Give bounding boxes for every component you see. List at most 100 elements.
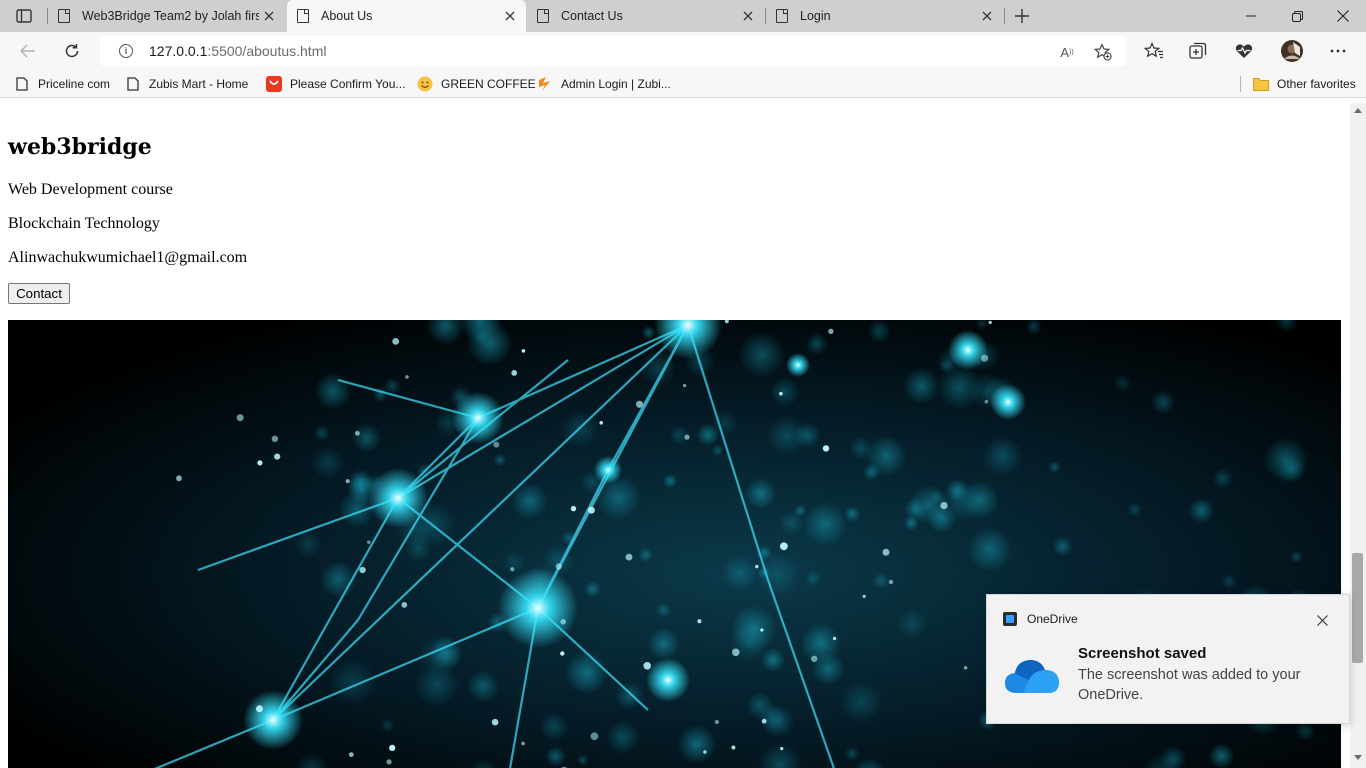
tab-title: Contact Us [561, 9, 623, 23]
network-point [635, 400, 644, 408]
tab-close-button[interactable] [977, 6, 997, 26]
bokeh-light [655, 602, 672, 618]
bokeh-light [1052, 536, 1073, 557]
notification-title: Screenshot saved [1078, 645, 1207, 662]
tab-strip: Web3Bridge Team2 by Jolah first About Us… [0, 0, 1366, 32]
bokeh-light [967, 527, 1013, 572]
bokeh-light [729, 622, 770, 663]
avatar-icon [1281, 40, 1303, 62]
favorite-zubis-mart[interactable]: Zubis Mart - Home [125, 75, 248, 93]
settings-menu-button[interactable] [1326, 39, 1350, 63]
vertical-scrollbar[interactable] [1350, 103, 1366, 768]
add-favorite-icon[interactable] [1094, 43, 1112, 61]
network-point [780, 747, 784, 751]
network-node [990, 384, 1026, 420]
url-text[interactable]: 127.0.0.1:5500/aboutus.html [149, 43, 326, 59]
scroll-up-arrow-icon[interactable] [1354, 107, 1362, 113]
notification-close-button[interactable] [1312, 610, 1332, 630]
tab-contact-us[interactable]: Contact Us [527, 0, 764, 32]
network-point [963, 666, 968, 670]
bokeh-light [1208, 743, 1235, 768]
tab-close-button[interactable] [259, 6, 279, 26]
network-point [570, 505, 577, 512]
bokeh-light [584, 580, 601, 598]
network-point [401, 602, 408, 608]
favorite-green-coffee[interactable]: GREEN COFFEE [417, 75, 536, 93]
page-icon [58, 9, 70, 23]
tab-close-button[interactable] [500, 6, 520, 26]
bokeh-light [805, 332, 828, 355]
favorite-please-confirm[interactable]: Please Confirm You... [266, 75, 405, 93]
bokeh-light [711, 444, 724, 457]
close-icon [505, 11, 515, 21]
read-aloud-glyph: A [1060, 44, 1069, 60]
refresh-button[interactable] [57, 36, 87, 66]
tab-web3bridge-team2[interactable]: Web3Bridge Team2 by Jolah first [48, 0, 285, 32]
other-favorites-folder[interactable]: Other favorites [1253, 75, 1356, 93]
profile-avatar[interactable] [1280, 39, 1304, 63]
bokeh-light [939, 481, 982, 524]
minimize-button[interactable] [1228, 0, 1274, 32]
favorites-button[interactable] [1142, 39, 1166, 63]
address-bar[interactable]: i 127.0.0.1:5500/aboutus.html A)) [100, 36, 1126, 66]
favorite-priceline[interactable]: Priceline com [14, 75, 110, 93]
scroll-down-arrow-icon[interactable] [1354, 755, 1362, 761]
bokeh-light [696, 423, 720, 447]
network-point [828, 328, 834, 334]
bokeh-light [565, 651, 608, 695]
network-point [832, 636, 837, 641]
network-point [405, 375, 409, 379]
bokeh-light [1113, 373, 1132, 392]
read-aloud-icon[interactable]: A)) [1058, 43, 1076, 61]
bokeh-light [647, 627, 680, 660]
favorite-label: GREEN COFFEE [441, 77, 536, 91]
bokeh-light [641, 325, 656, 340]
tab-title: Web3Bridge Team2 by Jolah first [82, 9, 259, 23]
network-point [389, 744, 396, 751]
bokeh-light [380, 717, 395, 733]
collections-button[interactable] [1186, 39, 1210, 63]
network-point [779, 391, 783, 396]
tab-about-us[interactable]: About Us [287, 0, 526, 32]
heart-pulse-icon [1235, 44, 1253, 58]
onedrive-notification[interactable]: OneDrive Screenshot saved The screenshot… [986, 594, 1350, 724]
bokeh-light [615, 681, 645, 711]
tab-separator [1004, 8, 1005, 24]
network-point [643, 662, 651, 670]
tab-actions-menu-button[interactable] [8, 4, 40, 28]
network-node [368, 468, 428, 528]
site-info-icon[interactable]: i [119, 44, 133, 58]
tab-close-button[interactable] [738, 6, 758, 26]
favorite-label: Please Confirm You... [290, 77, 406, 91]
bokeh-light [1188, 497, 1215, 524]
bokeh-light [1289, 550, 1303, 564]
bokeh-light [757, 703, 786, 732]
technology-line: Blockchain Technology [8, 215, 160, 232]
network-point [599, 421, 603, 425]
page-icon [125, 76, 141, 92]
network-node [243, 690, 303, 750]
close-window-button[interactable] [1320, 0, 1366, 32]
tab-title: Login [800, 9, 831, 23]
network-point [256, 705, 263, 713]
tab-login[interactable]: Login [766, 0, 1003, 32]
network-point [760, 628, 764, 632]
browser-essentials-button[interactable] [1232, 39, 1256, 63]
network-point [587, 506, 595, 514]
bokeh-light [314, 372, 352, 410]
back-button[interactable] [13, 36, 43, 66]
contact-button[interactable]: Contact [8, 283, 70, 304]
bokeh-light [1127, 502, 1143, 518]
network-point [355, 430, 360, 436]
favorite-label: Admin Login | Zubi... [561, 77, 671, 91]
scrollbar-thumb[interactable] [1352, 553, 1363, 663]
bokeh-light [867, 320, 891, 343]
new-tab-button[interactable] [1008, 4, 1036, 28]
bokeh-light [897, 609, 927, 639]
smiley-icon [417, 76, 433, 92]
restore-button[interactable] [1274, 0, 1320, 32]
course-line: Web Development course [8, 181, 173, 198]
favorite-admin-login[interactable]: Admin Login | Zubi... [537, 75, 671, 93]
bokeh-light [313, 424, 330, 442]
bokeh-light [745, 477, 777, 510]
